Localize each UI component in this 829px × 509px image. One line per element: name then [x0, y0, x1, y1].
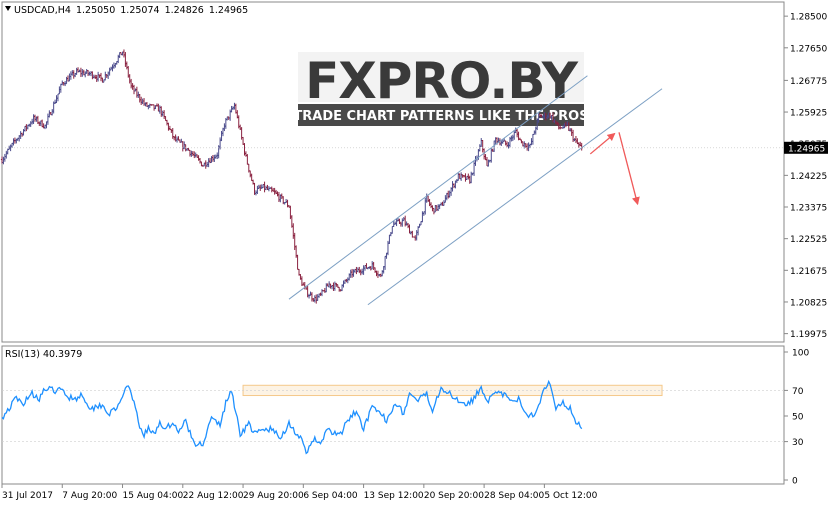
price-y-tick-label: 1.19975 — [790, 330, 827, 340]
time-x-tick-label: 28 Sep 04:00 — [484, 491, 544, 501]
time-x-tick-label: 5 Oct 12:00 — [544, 491, 597, 501]
time-x-tick-label: 31 Jul 2017 — [2, 491, 53, 501]
time-x-tick-label: 29 Aug 20:00 — [243, 491, 304, 501]
time-x-tick-label: 20 Sep 20:00 — [424, 491, 484, 501]
price-y-tick-label: 1.20825 — [790, 298, 827, 308]
ohlc-value: 1.25050 — [76, 5, 115, 16]
rsi-y-tick-label: 70 — [792, 387, 804, 397]
price-y-tick-label: 1.24225 — [790, 172, 827, 182]
rsi-y-tick-label: 30 — [792, 438, 804, 448]
price-y-tick-label: 1.21675 — [790, 267, 827, 277]
current-price-label: 1.24965 — [788, 144, 825, 154]
price-y-tick-label: 1.28500 — [790, 13, 827, 23]
price-y-tick-label: 1.22525 — [790, 235, 827, 245]
price-y-tick-label: 1.23375 — [790, 204, 827, 214]
time-x-tick-label: 6 Sep 04:00 — [303, 491, 358, 501]
rsi-y-tick-label: 0 — [792, 477, 798, 487]
rsi-y-tick-label: 100 — [792, 349, 809, 359]
time-x-tick-label: 15 Aug 04:00 — [123, 491, 184, 501]
watermark-main-text: FXPRO.BY — [305, 52, 579, 110]
price-y-axis: 1.285001.276501.267751.259251.250751.242… — [784, 13, 827, 340]
rsi-y-tick-label: 50 — [792, 413, 804, 423]
chart-svg: FXPRO.BYTRADE CHART PATTERNS LIKE THE PR… — [0, 1, 828, 501]
time-x-tick-label: 22 Aug 12:00 — [183, 491, 244, 501]
ohlc-value: 1.24826 — [165, 5, 204, 16]
ohlc-value: 1.24965 — [209, 5, 248, 16]
ohlc-value: 1.25074 — [120, 5, 159, 16]
chart-window: FXPRO.BY TRADE CHART PATTERNS LIKE THE PR… — [0, 0, 829, 505]
symbol-header: USDCAD,H4 1.25050 1.25074 1.24826 1.24965 — [14, 5, 248, 16]
symbol-name: USDCAD,H4 — [14, 5, 71, 16]
time-x-axis: 31 Jul 2017 7 Aug 20:00 15 Aug 04:00 22 Aug… — [1, 484, 598, 501]
rsi-pane-frame — [1, 345, 785, 485]
time-x-tick-label: 13 Sep 12:00 — [364, 491, 424, 501]
price-y-tick-label: 1.27650 — [790, 44, 827, 54]
rsi-title: RSI(13) 40.3979 — [5, 349, 82, 360]
price-y-tick-label: 1.26775 — [790, 77, 827, 87]
price-y-tick-label: 1.25925 — [790, 109, 827, 119]
time-x-tick-label: 7 Aug 20:00 — [62, 491, 117, 501]
